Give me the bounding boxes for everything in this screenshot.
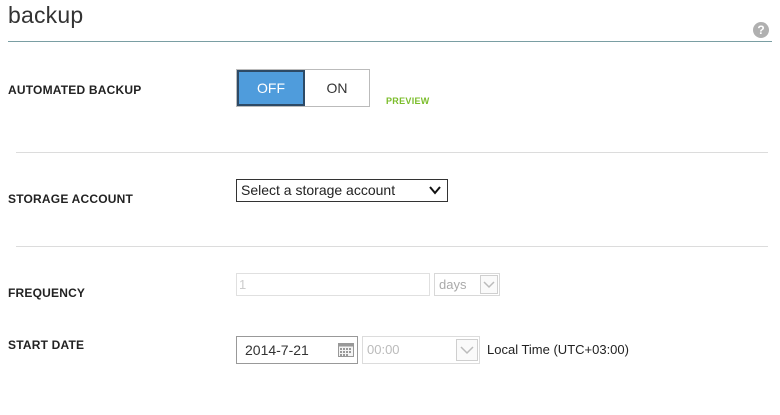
calendar-icon[interactable] bbox=[338, 343, 354, 357]
dropdown-button[interactable] bbox=[456, 339, 478, 361]
chevron-down-icon bbox=[483, 281, 495, 289]
toggle-on-option[interactable]: ON bbox=[305, 70, 369, 106]
preview-badge: PREVIEW bbox=[386, 96, 430, 106]
start-date-label: START DATE bbox=[8, 338, 85, 352]
frequency-label: FREQUENCY bbox=[8, 286, 86, 300]
title-divider bbox=[8, 41, 772, 42]
section-divider bbox=[16, 152, 768, 153]
storage-account-select[interactable]: Select a storage account bbox=[236, 179, 448, 202]
start-date-value: 2014-7-21 bbox=[245, 342, 309, 358]
storage-account-selected-value: Select a storage account bbox=[241, 182, 396, 198]
frequency-input[interactable]: 1 bbox=[236, 273, 430, 296]
start-date-input[interactable]: 2014-7-21 bbox=[236, 336, 358, 364]
automated-backup-toggle[interactable]: OFF ON bbox=[236, 69, 370, 107]
frequency-unit-select[interactable]: days bbox=[434, 273, 500, 296]
dropdown-button[interactable] bbox=[480, 275, 498, 294]
start-time-select[interactable]: 00:00 bbox=[362, 336, 480, 364]
timezone-label: Local Time (UTC+03:00) bbox=[487, 342, 629, 357]
storage-account-label: STORAGE ACCOUNT bbox=[8, 192, 134, 206]
toggle-off-option[interactable]: OFF bbox=[237, 70, 305, 106]
chevron-down-icon bbox=[460, 346, 474, 355]
automated-backup-label: AUTOMATED BACKUP bbox=[8, 83, 142, 97]
chevron-down-icon bbox=[429, 186, 441, 195]
start-time-value: 00:00 bbox=[367, 342, 400, 357]
page-title: backup bbox=[8, 2, 84, 28]
frequency-unit-value: days bbox=[439, 277, 467, 292]
section-divider bbox=[16, 246, 768, 247]
help-icon[interactable]: ? bbox=[753, 22, 769, 38]
